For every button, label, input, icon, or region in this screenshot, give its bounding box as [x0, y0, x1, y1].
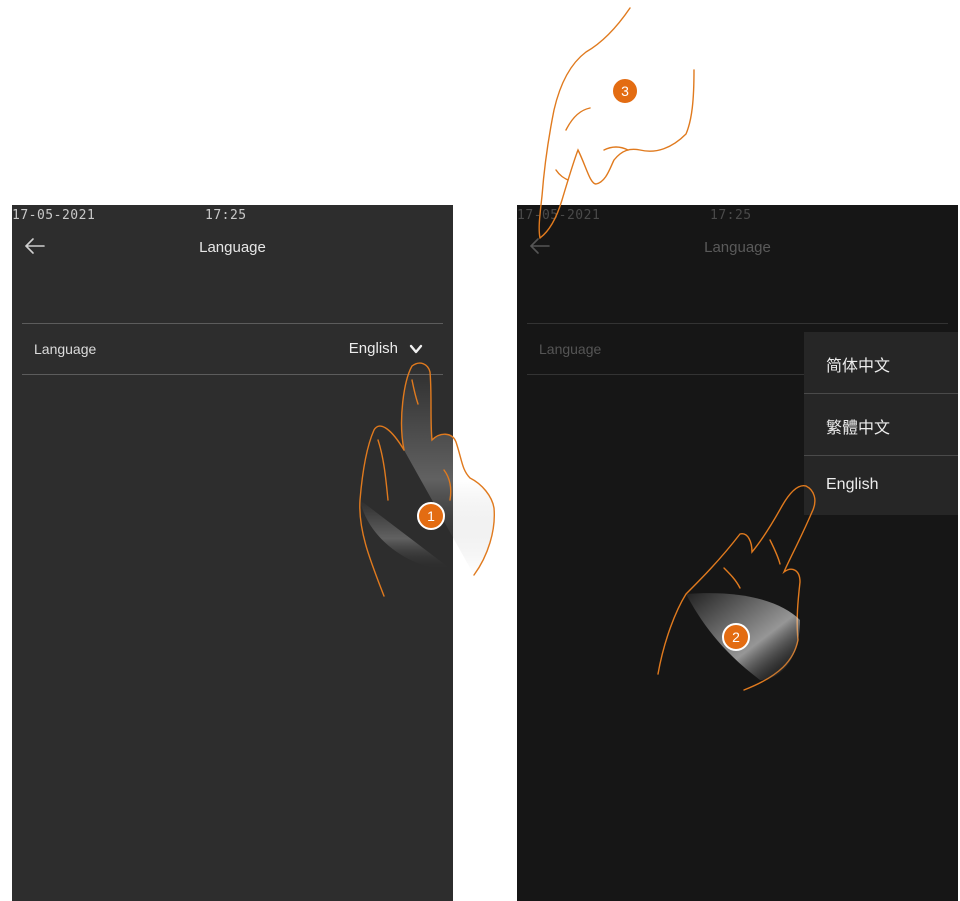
language-setting-label: Language — [539, 341, 602, 357]
page-title: Language — [199, 239, 266, 256]
option-label: 简体中文 — [826, 358, 891, 375]
status-bar: 17-05-2021 17:25 — [517, 205, 958, 227]
language-setting-value: English — [348, 340, 398, 357]
status-bar: 17-05-2021 17:25 — [12, 205, 453, 227]
language-setting-row[interactable]: Language English — [22, 324, 443, 374]
language-option-traditional-chinese[interactable]: 繁體中文 — [804, 394, 958, 454]
divider — [22, 374, 443, 375]
page-title: Language — [704, 239, 771, 256]
status-time: 17:25 — [710, 208, 752, 223]
language-setting-label: Language — [34, 341, 97, 357]
settings-screen-right: 17-05-2021 17:25 Language Language 简体中文 … — [517, 205, 958, 901]
language-option-english[interactable]: English — [804, 456, 958, 516]
status-date: 17-05-2021 — [517, 208, 601, 223]
settings-screen-left: 17-05-2021 17:25 Language Language Engli… — [12, 205, 453, 901]
hand-pointer-icon — [538, 7, 695, 239]
language-option-simplified-chinese[interactable]: 简体中文 — [804, 332, 958, 392]
option-label: 繁體中文 — [826, 420, 891, 437]
status-date: 17-05-2021 — [12, 208, 96, 223]
chevron-down-icon[interactable] — [409, 343, 423, 355]
status-time: 17:25 — [205, 208, 247, 223]
language-dropdown: 简体中文 繁體中文 English — [804, 332, 958, 515]
step-badge-3: 3 — [611, 77, 639, 105]
step-number: 3 — [621, 83, 629, 99]
option-label: English — [826, 476, 879, 493]
